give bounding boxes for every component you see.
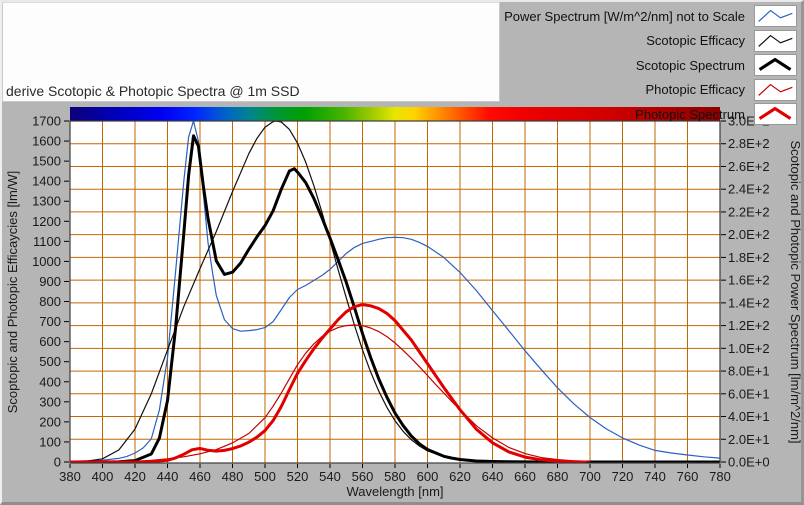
x-axis-title: Wavelength [nm] [346,484,443,499]
svg-text:520: 520 [287,469,309,484]
svg-text:4.0E+1: 4.0E+1 [728,409,770,424]
legend-line-sample-icon[interactable] [754,30,797,52]
svg-text:380: 380 [59,469,81,484]
svg-text:780: 780 [709,469,731,484]
svg-text:8.0E+1: 8.0E+1 [728,364,770,379]
svg-text:100: 100 [39,434,61,449]
svg-text:1100: 1100 [33,234,61,249]
legend-line-sample-icon[interactable] [754,54,797,76]
svg-text:540: 540 [319,469,341,484]
svg-text:1600: 1600 [32,134,61,149]
svg-text:660: 660 [514,469,536,484]
svg-text:700: 700 [39,314,61,329]
right-axis-ticks [721,121,726,462]
svg-text:300: 300 [39,394,61,409]
svg-text:460: 460 [189,469,211,484]
svg-text:6.0E+1: 6.0E+1 [728,386,770,401]
svg-text:1.0E+2: 1.0E+2 [728,341,770,356]
legend-line-sample-icon[interactable] [754,79,797,101]
title-panel: derive Scotopic & Photopic Spectra @ 1m … [2,2,500,102]
svg-text:400: 400 [92,469,114,484]
svg-text:500: 500 [254,469,276,484]
x-axis-ticks [70,464,720,468]
graph-window: 0 100 200 300 400 500 600 700 800 900 1000 1100 1200… [0,0,804,505]
page-title: derive Scotopic & Photopic Spectra @ 1m … [6,83,300,99]
svg-text:1.6E+2: 1.6E+2 [728,273,770,288]
svg-text:600: 600 [417,469,439,484]
plot-legend: Power Spectrum [W/m^2/nm] not to Scale Sc… [504,5,797,128]
svg-text:1400: 1400 [32,174,61,189]
svg-text:0.0E+0: 0.0E+0 [728,455,770,470]
svg-text:1.2E+2: 1.2E+2 [728,318,770,333]
svg-text:200: 200 [39,414,61,429]
svg-text:700: 700 [579,469,601,484]
svg-text:620: 620 [449,469,471,484]
legend-line-sample-icon[interactable] [754,103,797,125]
svg-text:1700: 1700 [32,114,61,129]
svg-text:1500: 1500 [32,154,61,169]
legend-item-scotopic-spectrum[interactable]: Scotopic Spectrum [636,54,797,77]
svg-text:800: 800 [39,294,61,309]
legend-item-photopic-efficacy[interactable]: Photopic Efficacy [646,79,797,102]
svg-text:420: 420 [124,469,146,484]
x-axis-labels: 380 400 420 440 460 480 500 520 540 560 580 600 620 6… [59,469,731,484]
svg-text:480: 480 [222,469,244,484]
svg-text:1.8E+2: 1.8E+2 [728,250,770,265]
svg-text:1.4E+2: 1.4E+2 [728,295,770,310]
left-axis-labels: 0 100 200 300 400 500 600 700 800 900 1000 1100 1200… [32,114,61,470]
legend-label: Power Spectrum [W/m^2/nm] not to Scale [504,9,745,24]
svg-text:1300: 1300 [32,194,61,209]
svg-text:2.0E+2: 2.0E+2 [728,227,770,242]
svg-text:680: 680 [547,469,569,484]
svg-text:0: 0 [54,455,61,470]
svg-text:440: 440 [157,469,179,484]
svg-text:740: 740 [644,469,666,484]
svg-text:2.0E+1: 2.0E+1 [728,432,770,447]
svg-text:560: 560 [352,469,374,484]
right-axis-labels: 0.0E+0 2.0E+1 4.0E+1 6.0E+1 8.0E+1 1.0E+2 1.2E… [728,114,770,470]
legend-item-photopic-spectrum[interactable]: Photopic Spectrum [635,103,797,126]
left-axis-ticks [64,121,69,462]
svg-text:1200: 1200 [32,214,61,229]
legend-label: Scotopic Spectrum [636,58,745,73]
svg-text:500: 500 [39,354,61,369]
legend-item-scotopic-efficacy[interactable]: Scotopic Efficacy [646,30,797,53]
left-axis-title: Scoptopic and Photopic Efficaycies [lm/W… [5,171,20,414]
legend-item-power-spectrum[interactable]: Power Spectrum [W/m^2/nm] not to Scale [504,5,797,28]
svg-text:1000: 1000 [32,254,61,269]
svg-text:600: 600 [39,334,61,349]
svg-text:640: 640 [482,469,504,484]
legend-line-sample-icon[interactable] [754,5,797,27]
svg-text:720: 720 [612,469,634,484]
legend-label: Photopic Spectrum [635,107,745,122]
legend-label: Photopic Efficacy [646,82,745,97]
svg-text:900: 900 [39,274,61,289]
svg-text:2.6E+2: 2.6E+2 [728,159,770,174]
svg-text:2.8E+2: 2.8E+2 [728,136,770,151]
right-axis-title: Scotopic and Photopic Power Spectrum [lm… [788,140,803,443]
svg-text:760: 760 [677,469,699,484]
svg-text:400: 400 [39,374,61,389]
svg-text:2.4E+2: 2.4E+2 [728,182,770,197]
legend-label: Scotopic Efficacy [646,33,745,48]
svg-text:580: 580 [384,469,406,484]
svg-text:2.2E+2: 2.2E+2 [728,204,770,219]
